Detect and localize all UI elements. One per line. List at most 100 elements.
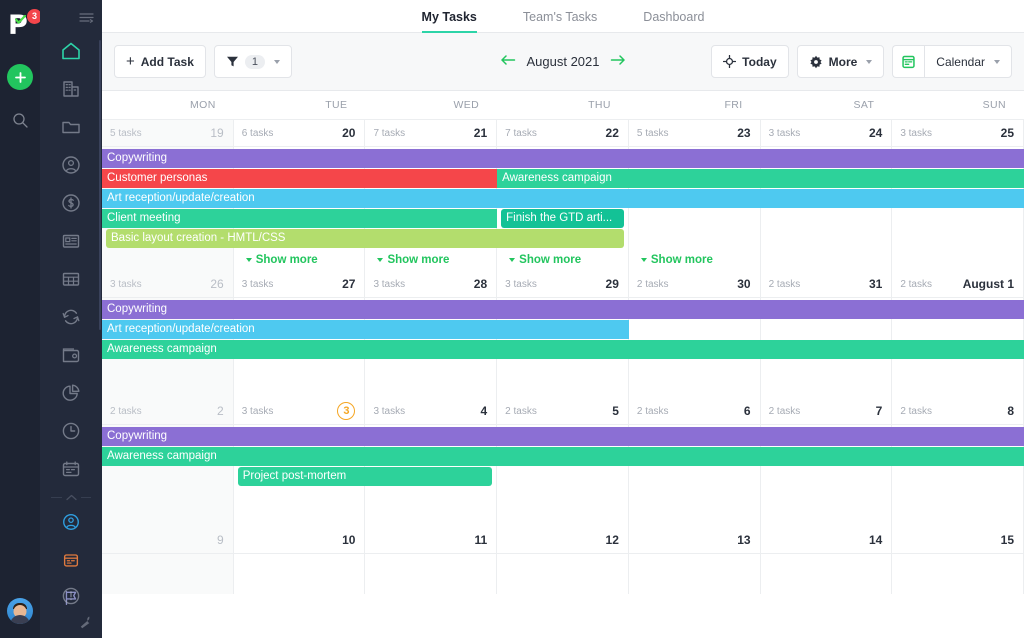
chevron-up-icon [66,494,77,501]
day-number-cell[interactable]: 3 tasks3 [234,398,366,424]
day-number-cell[interactable]: 2 tasks8 [892,398,1024,424]
search-button[interactable] [12,112,29,134]
view-label: Calendar [936,55,985,69]
sidebar-item-projects[interactable] [40,108,102,146]
sidebar-item-reports[interactable] [40,374,102,412]
show-more-button[interactable]: Show more [246,254,318,266]
day-number-cell[interactable]: 15 [892,527,1024,553]
task-bar[interactable]: Awareness campaign [102,340,1024,359]
task-bar[interactable]: Client meeting [102,209,497,228]
day-number-cell[interactable]: 2 tasks7 [761,398,893,424]
plus-icon: + [126,54,135,69]
task-bar[interactable]: Finish the GTD arti... [501,209,624,228]
day-number-cell[interactable]: 3 tasks29 [497,271,629,297]
day-number-cell[interactable]: 10 [234,527,366,553]
day-number-cell[interactable]: 2 tasks6 [629,398,761,424]
day-number-cell[interactable]: 11 [365,527,497,553]
day-task-count: 3 tasks [900,128,932,139]
sidebar-item-sync[interactable] [40,298,102,336]
sidebar-item-settings[interactable] [40,615,102,630]
day-task-count: 3 tasks [242,279,274,290]
day-number-cell[interactable]: 13 [629,527,761,553]
day-number-cell[interactable]: 3 tasks27 [234,271,366,297]
add-task-button[interactable]: + Add Task [114,45,206,78]
day-number-cell[interactable]: 3 tasks25 [892,120,1024,146]
day-number-cell[interactable]: 14 [761,527,893,553]
sidebar-item-home[interactable] [40,32,102,70]
sidebar-item-documents[interactable] [40,222,102,260]
today-button[interactable]: Today [711,45,788,78]
day-number: 14 [869,533,882,547]
day-number-cell[interactable]: 7 tasks22 [497,120,629,146]
sidebar-item-timetracking[interactable] [40,412,102,450]
more-button[interactable]: More [797,45,885,78]
show-more-label: Show more [387,254,449,266]
show-more-button[interactable]: Show more [641,254,713,266]
tab-teams-tasks[interactable]: Team's Tasks [523,10,597,33]
app-logo[interactable]: P 3 [5,12,35,42]
day-number-cell[interactable]: 2 tasksAugust 1 [892,271,1024,297]
calendar-view-dropdown[interactable]: Calendar [924,45,1012,78]
task-bar[interactable]: Art reception/update/creation [102,320,629,339]
day-number-cell[interactable]: 3 tasks26 [102,271,234,297]
sidebar-item-wallet[interactable] [40,336,102,374]
day-number-cell[interactable]: 2 tasks31 [761,271,893,297]
avatar[interactable] [7,598,33,624]
day-number-cell[interactable]: 5 tasks19 [102,120,234,146]
show-more-button[interactable]: Show more [377,254,449,266]
sidebar-item-calendar[interactable] [40,450,102,488]
sidebar-collapse-divider[interactable] [51,494,91,501]
task-bar[interactable]: Awareness campaign [102,447,1024,466]
sidebar-item-tables[interactable] [40,260,102,298]
main-content: My Tasks Team's Tasks Dashboard + Add Ta… [102,0,1024,638]
sidebar-pinned-calendar[interactable] [40,541,102,579]
filter-button[interactable]: 1 [214,45,292,78]
document-icon [60,230,82,252]
day-number-cell[interactable]: 2 tasks2 [102,398,234,424]
day-number: 20 [342,126,355,140]
day-number-cell[interactable]: 7 tasks21 [365,120,497,146]
sidebar-item-info[interactable] [40,577,102,615]
show-more-button[interactable]: Show more [509,254,581,266]
calendar-view-icon-button[interactable] [892,45,924,78]
task-bar[interactable]: Project post-mortem [238,467,492,486]
next-month-button[interactable] [610,54,626,69]
show-more-label: Show more [651,254,713,266]
tab-dashboard[interactable]: Dashboard [643,10,704,33]
task-bar[interactable]: Art reception/update/creation [102,189,1024,208]
day-header-thu: THU [497,91,629,119]
sidebar-scrollbar[interactable] [99,40,101,330]
day-task-count: 5 tasks [637,128,669,139]
task-bar[interactable]: Copywriting [102,149,1024,168]
day-number-cell[interactable]: 3 tasks4 [365,398,497,424]
task-bar[interactable]: Customer personas [102,169,497,188]
toolbar-right-group: Today More [711,45,1012,78]
home-icon [60,40,82,62]
sidebar-item-finance[interactable] [40,184,102,222]
sidebar-pinned-contacts[interactable] [40,503,102,541]
task-bar[interactable]: Basic layout creation - HMTL/CSS [106,229,624,248]
prev-month-button[interactable] [500,54,516,69]
filter-count: 1 [245,55,265,69]
day-number-cell[interactable]: 2 tasks5 [497,398,629,424]
sidebar-collapse-button[interactable] [79,10,94,28]
sidebar-item-company[interactable] [40,70,102,108]
day-number: 26 [210,277,223,291]
task-bar[interactable]: Awareness campaign [497,169,1024,188]
calendar-week: 5 tasks196 tasks207 tasks217 tasks225 ta… [102,120,1024,271]
add-button[interactable] [7,64,33,90]
day-number-cell[interactable]: 6 tasks20 [234,120,366,146]
day-number-cell[interactable]: 5 tasks23 [629,120,761,146]
day-number-cell[interactable]: 12 [497,527,629,553]
refresh-icon [60,306,82,328]
day-number-cell[interactable]: 3 tasks28 [365,271,497,297]
tab-my-tasks[interactable]: My Tasks [422,10,477,33]
day-number-cell[interactable]: 3 tasks24 [761,120,893,146]
day-task-count: 3 tasks [373,279,405,290]
sidebar-item-contacts[interactable] [40,146,102,184]
day-number: 22 [606,126,619,140]
day-number-cell[interactable]: 2 tasks30 [629,271,761,297]
task-bar[interactable]: Copywriting [102,427,1024,446]
task-bar[interactable]: Copywriting [102,300,1024,319]
day-number-cell[interactable]: 9 [102,527,234,553]
